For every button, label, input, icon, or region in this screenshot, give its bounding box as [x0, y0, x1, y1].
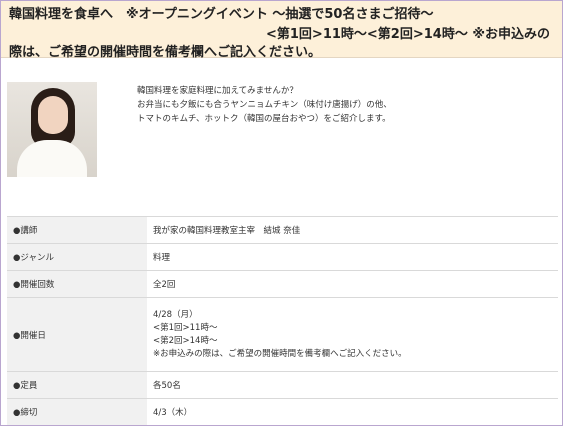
table-row: ●ジャンル 料理 — [7, 243, 558, 271]
table-row: ●開催回数 全2回 — [7, 270, 558, 298]
row-value-genre: 料理 — [147, 243, 558, 271]
instructor-photo — [7, 82, 97, 177]
date-line: <第1回>11時～ — [153, 322, 218, 333]
intro-section: 韓国料理を家庭料理に加えてみませんか？ お弁当にも夕飯にも合うヤンニョムチキン（… — [1, 58, 562, 213]
banner-title: 韓国料理を食卓へ ※オープニングイベント ～抽選で50名さまご招待～ — [9, 7, 434, 22]
photo-body-shape — [17, 140, 87, 177]
intro-description: 韓国料理を家庭料理に加えてみませんか？ お弁当にも夕飯にも合うヤンニョムチキン（… — [137, 84, 557, 126]
table-row: ●開催日 4/28（月） <第1回>11時～ <第2回>14時～ ※お申込みの際… — [7, 297, 558, 372]
intro-line: お弁当にも夕飯にも合うヤンニョムチキン（味付け唐揚げ）の他、 — [137, 100, 392, 110]
intro-line: 韓国料理を家庭料理に加えてみませんか？ — [137, 86, 298, 96]
table-row: ●締切 4/3（木） — [7, 398, 558, 425]
banner-schedule: <第1回>11時～<第2回>14時～ ※お申込みの — [265, 27, 550, 42]
date-line: 4/28（月） — [153, 309, 198, 320]
event-banner: 韓国料理を食卓へ ※オープニングイベント ～抽選で50名さまご招待～ <第1回>… — [1, 1, 562, 60]
row-value-instructor: 我が家の韓国料理教室主宰 結城 奈佳 — [147, 216, 558, 244]
row-value-capacity: 各50名 — [147, 371, 558, 399]
row-label-date: ●開催日 — [7, 297, 147, 372]
date-line: ※お申込みの際は、ご希望の開催時間を備考欄へご記入ください。 — [153, 348, 407, 359]
row-label-instructor: ●講師 — [7, 216, 147, 244]
event-panel: 韓国料理を食卓へ ※オープニングイベント ～抽選で50名さまご招待～ <第1回>… — [0, 0, 563, 426]
row-label-sessions: ●開催回数 — [7, 270, 147, 298]
event-info-table: ●講師 我が家の韓国料理教室主宰 結城 奈佳 ●ジャンル 料理 ●開催回数 全2… — [7, 216, 558, 425]
date-line: <第2回>14時～ — [153, 335, 218, 346]
table-row: ●講師 我が家の韓国料理教室主宰 結城 奈佳 — [7, 216, 558, 244]
row-label-capacity: ●定員 — [7, 371, 147, 399]
row-value-date: 4/28（月） <第1回>11時～ <第2回>14時～ ※お申込みの際は、ご希望… — [147, 297, 558, 372]
intro-line: トマトのキムチ、ホットク（韓国の屋台おやつ）をご紹介します。 — [137, 114, 391, 124]
row-value-sessions: 全2回 — [147, 270, 558, 298]
row-label-genre: ●ジャンル — [7, 243, 147, 271]
table-row: ●定員 各50名 — [7, 371, 558, 399]
row-label-deadline: ●締切 — [7, 398, 147, 425]
row-value-deadline: 4/3（木） — [147, 398, 558, 425]
photo-face-shape — [38, 96, 68, 134]
